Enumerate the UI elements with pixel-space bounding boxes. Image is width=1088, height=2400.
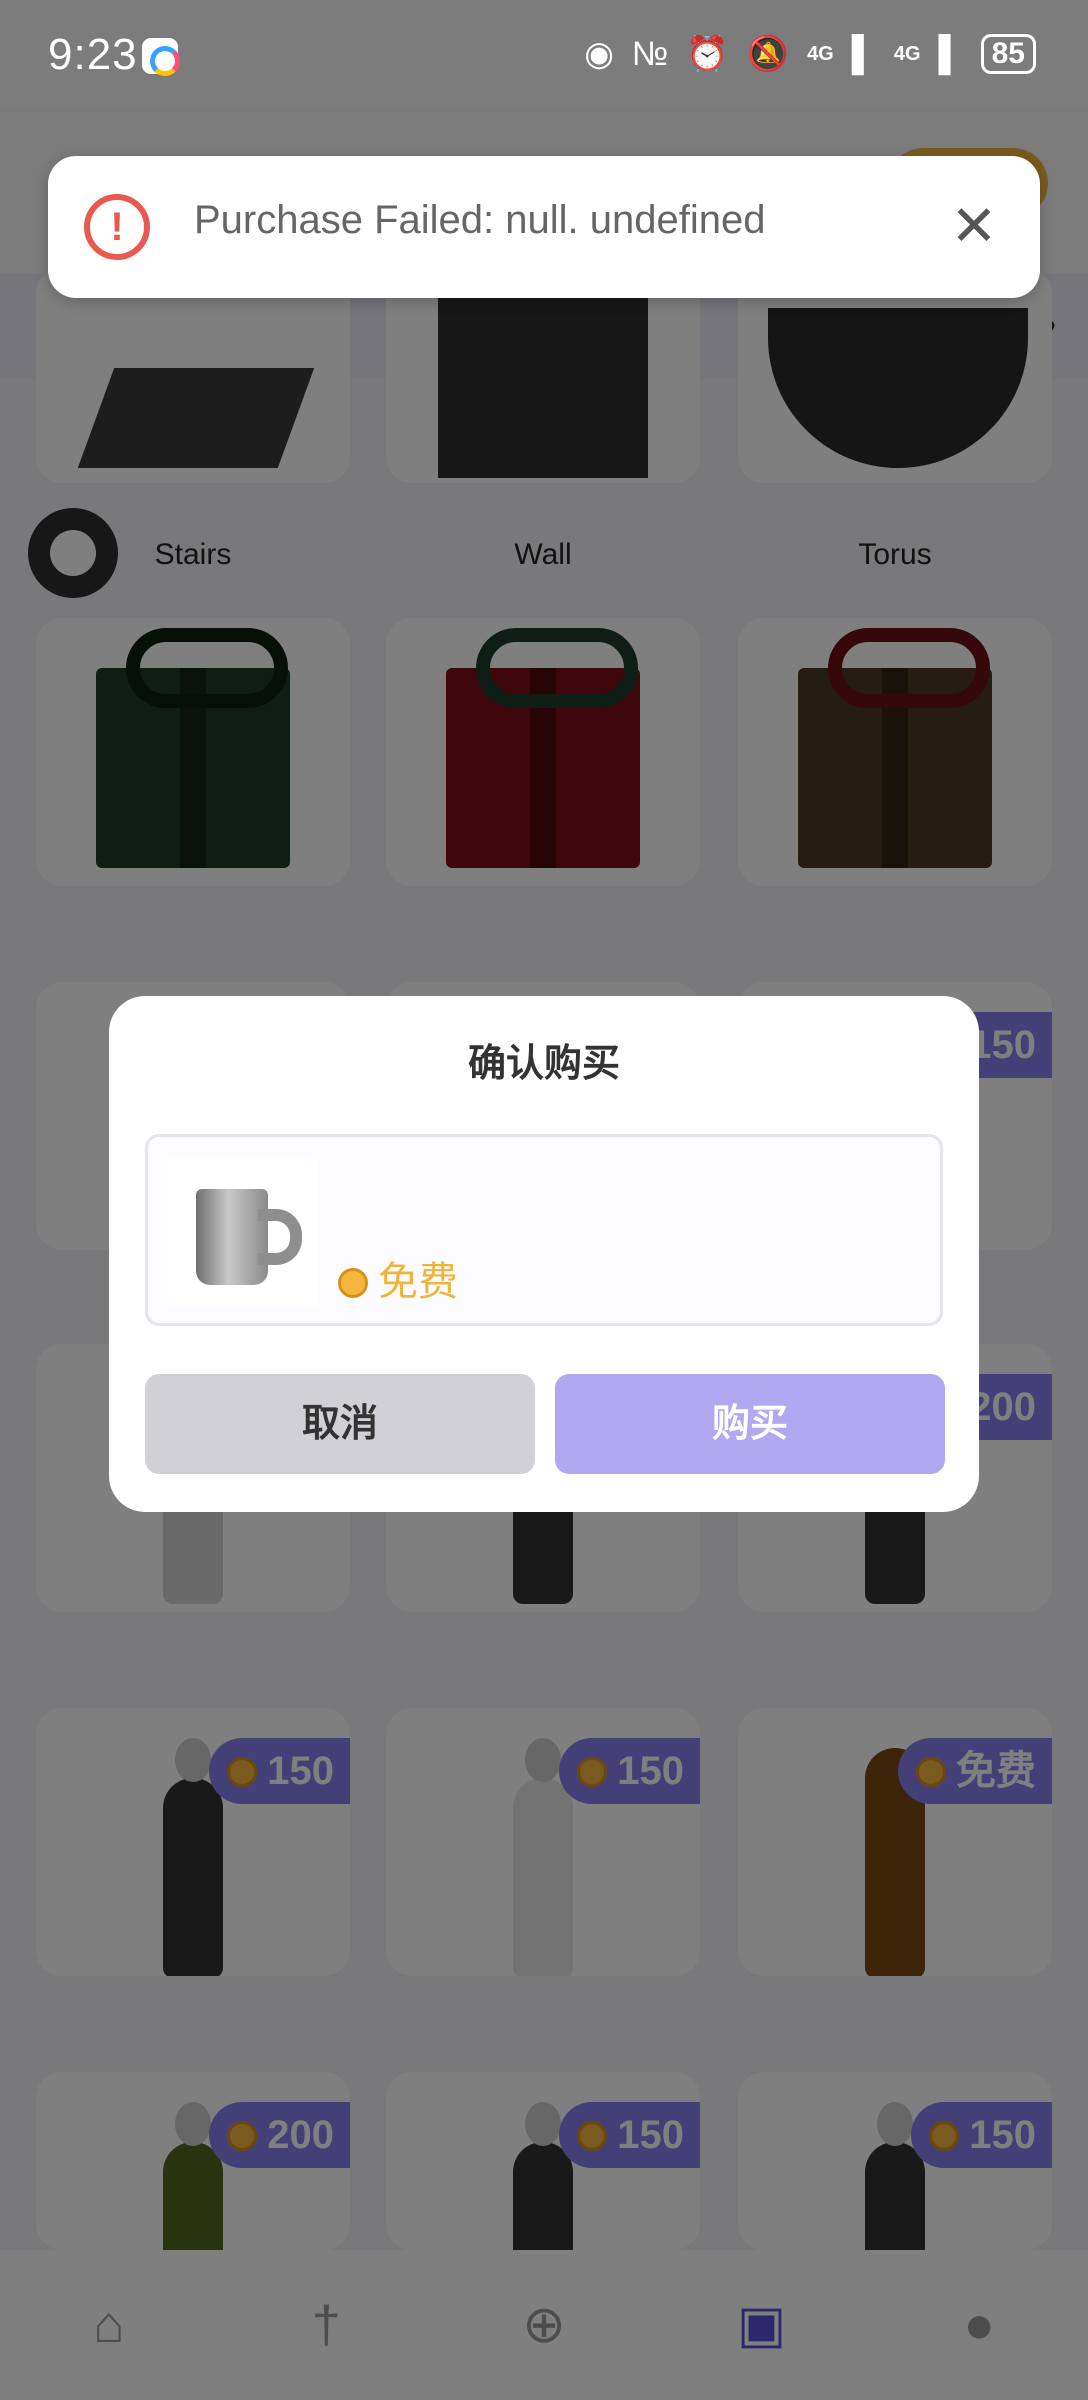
- error-icon: !: [84, 194, 150, 260]
- purchase-item-card: 免费: [145, 1134, 943, 1326]
- close-icon[interactable]: ✕: [944, 198, 1004, 258]
- mute-icon: 🔕: [746, 35, 790, 73]
- status-bar: 9:23 ◉ № ⏰ 🔕 4G ▌ 4G ▌ 85: [0, 0, 1088, 108]
- item-thumbnail: [168, 1159, 318, 1307]
- coin-icon: [338, 1268, 368, 1298]
- app-notification-icon: [142, 38, 180, 76]
- signal-bars-icon: ▌: [938, 35, 963, 73]
- error-toast: ! Purchase Failed: null. undefined ✕: [48, 156, 1040, 298]
- signal-icon-1: 4G: [807, 43, 834, 65]
- confirm-purchase-dialog: 确认购买 免费 取消 购买: [109, 996, 979, 1512]
- alarm-icon: ⏰: [686, 35, 729, 73]
- eye-icon: ◉: [584, 35, 614, 73]
- cancel-button[interactable]: 取消: [145, 1374, 535, 1474]
- status-time: 9:23: [48, 30, 138, 79]
- item-price-label: 免费: [378, 1260, 458, 1304]
- battery-indicator: 85: [980, 34, 1036, 74]
- mug-handle: [258, 1209, 302, 1265]
- signal-bars-icon: ▌: [851, 35, 876, 73]
- signal-icon-2: 4G: [893, 43, 921, 65]
- toast-message: Purchase Failed: null. undefined: [194, 198, 766, 242]
- item-price: 免费: [338, 1249, 458, 1307]
- buy-button[interactable]: 购买: [555, 1374, 945, 1474]
- dialog-title: 确认购买: [467, 1043, 620, 1085]
- status-icons: ◉ № ⏰ 🔕 4G ▌ 4G ▌ 85: [584, 30, 1036, 78]
- nfc-icon: №: [631, 35, 669, 73]
